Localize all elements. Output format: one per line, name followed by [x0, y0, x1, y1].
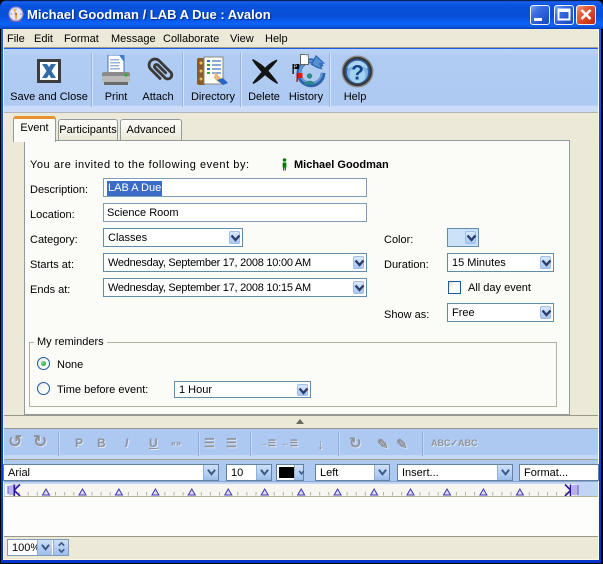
svg-text:?: ?: [351, 62, 364, 85]
